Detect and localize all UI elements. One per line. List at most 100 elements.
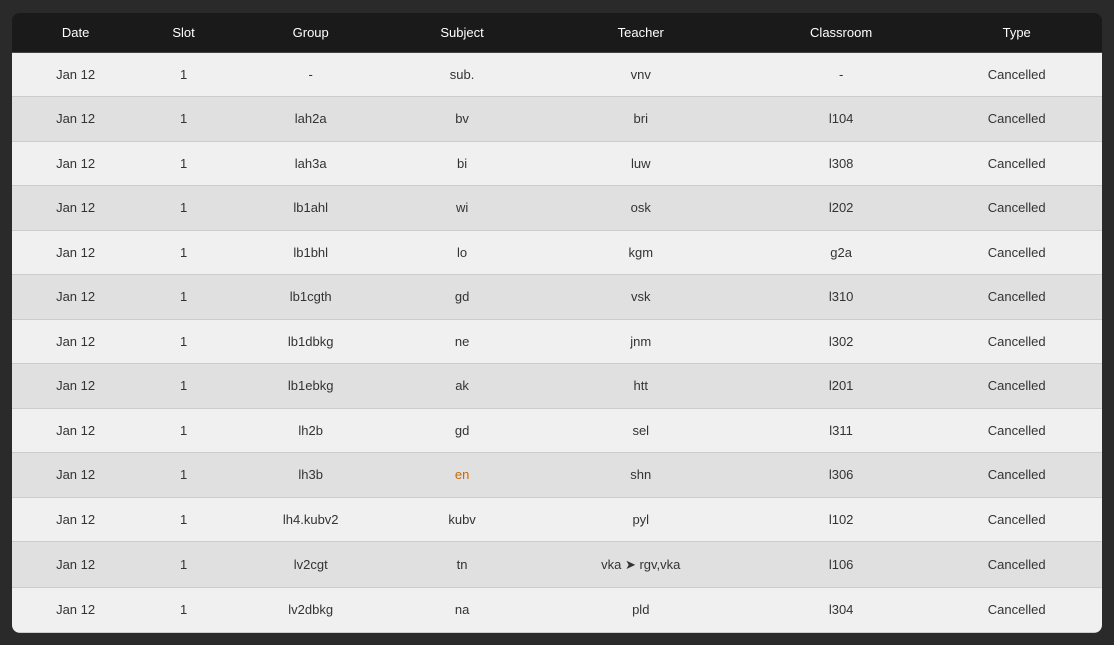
table-row: Jan 121-sub.vnv-Cancelled [12,52,1102,97]
cell-teacher: vnv [531,52,751,97]
table-row: Jan 121lah2abvbril104Cancelled [12,97,1102,142]
cell-group: lv2cgt [228,542,394,588]
cell-group: lv2dbkg [228,587,394,632]
table-row: Jan 121lb1ebkgakhttl201Cancelled [12,364,1102,409]
cell-teacher: bri [531,97,751,142]
cell-classroom: l306 [751,453,932,498]
cell-group: lb1cgth [228,275,394,320]
header-subject: Subject [393,13,530,53]
cell-group: lb1dbkg [228,319,394,364]
cell-type: Cancelled [931,587,1102,632]
table-row: Jan 121lb1dbkgnejnml302Cancelled [12,319,1102,364]
cell-subject: lo [393,230,530,275]
cell-teacher: htt [531,364,751,409]
cell-slot: 1 [139,275,228,320]
cell-teacher: jnm [531,319,751,364]
cell-subject: ak [393,364,530,409]
cell-subject: gd [393,275,530,320]
cell-date: Jan 12 [12,186,139,231]
table-row: Jan 121lb1cgthgdvskl310Cancelled [12,275,1102,320]
header-slot: Slot [139,13,228,53]
cell-type: Cancelled [931,497,1102,542]
cell-subject: bi [393,141,530,186]
table-row: Jan 121lv2cgttnvka ➤ rgv,vkal106Cancelle… [12,542,1102,588]
table-row: Jan 121lh2bgdsell311Cancelled [12,408,1102,453]
cell-classroom: l308 [751,141,932,186]
cell-date: Jan 12 [12,319,139,364]
cell-type: Cancelled [931,408,1102,453]
main-screen: Date Slot Group Subject Teacher Classroo… [12,13,1102,633]
cell-date: Jan 12 [12,275,139,320]
cell-group: - [228,52,394,97]
cell-teacher: shn [531,453,751,498]
table-row: Jan 121lh3benshnl306Cancelled [12,453,1102,498]
cell-classroom: l311 [751,408,932,453]
cell-classroom: l201 [751,364,932,409]
cell-slot: 1 [139,230,228,275]
cell-date: Jan 12 [12,408,139,453]
cell-classroom: l202 [751,186,932,231]
cell-subject: en [393,453,530,498]
cell-group: lb1bhl [228,230,394,275]
table-row: Jan 121lb1bhllokgmg2aCancelled [12,230,1102,275]
cell-classroom: l310 [751,275,932,320]
cell-date: Jan 12 [12,141,139,186]
cell-subject: na [393,587,530,632]
cell-slot: 1 [139,141,228,186]
cell-slot: 1 [139,186,228,231]
cell-slot: 1 [139,408,228,453]
cell-teacher: pld [531,587,751,632]
cell-type: Cancelled [931,364,1102,409]
header-date: Date [12,13,139,53]
cell-type: Cancelled [931,453,1102,498]
cell-group: lh4.kubv2 [228,497,394,542]
cell-slot: 1 [139,364,228,409]
cell-classroom: l104 [751,97,932,142]
cell-slot: 1 [139,52,228,97]
table-row: Jan 121lh4.kubv2kubvpyll102Cancelled [12,497,1102,542]
table-row: Jan 121lb1ahlwioskl202Cancelled [12,186,1102,231]
cell-date: Jan 12 [12,97,139,142]
cell-type: Cancelled [931,230,1102,275]
cell-teacher: vka ➤ rgv,vka [531,542,751,588]
cell-type: Cancelled [931,542,1102,588]
cell-teacher: sel [531,408,751,453]
cell-slot: 1 [139,319,228,364]
cell-group: lah2a [228,97,394,142]
cell-date: Jan 12 [12,364,139,409]
cell-date: Jan 12 [12,542,139,588]
header-classroom: Classroom [751,13,932,53]
cell-date: Jan 12 [12,453,139,498]
cell-date: Jan 12 [12,497,139,542]
header-teacher: Teacher [531,13,751,53]
cell-subject: gd [393,408,530,453]
cell-date: Jan 12 [12,230,139,275]
cell-slot: 1 [139,453,228,498]
cell-slot: 1 [139,97,228,142]
cell-classroom: - [751,52,932,97]
cell-classroom: l102 [751,497,932,542]
cell-group: lh2b [228,408,394,453]
cell-type: Cancelled [931,141,1102,186]
cell-slot: 1 [139,542,228,588]
schedule-table: Date Slot Group Subject Teacher Classroo… [12,13,1102,633]
cell-classroom: g2a [751,230,932,275]
cell-classroom: l106 [751,542,932,588]
cell-teacher: vsk [531,275,751,320]
cell-teacher: osk [531,186,751,231]
cell-classroom: l302 [751,319,932,364]
cell-type: Cancelled [931,97,1102,142]
cell-subject: sub. [393,52,530,97]
cell-teacher: luw [531,141,751,186]
cell-slot: 1 [139,497,228,542]
cell-group: lb1ebkg [228,364,394,409]
cell-type: Cancelled [931,319,1102,364]
cell-subject: wi [393,186,530,231]
table-row: Jan 121lah3abiluwl308Cancelled [12,141,1102,186]
cell-date: Jan 12 [12,52,139,97]
cell-slot: 1 [139,587,228,632]
cell-subject: kubv [393,497,530,542]
table-row: Jan 121lv2dbkgnapldl304Cancelled [12,587,1102,632]
cell-group: lb1ahl [228,186,394,231]
cell-type: Cancelled [931,186,1102,231]
